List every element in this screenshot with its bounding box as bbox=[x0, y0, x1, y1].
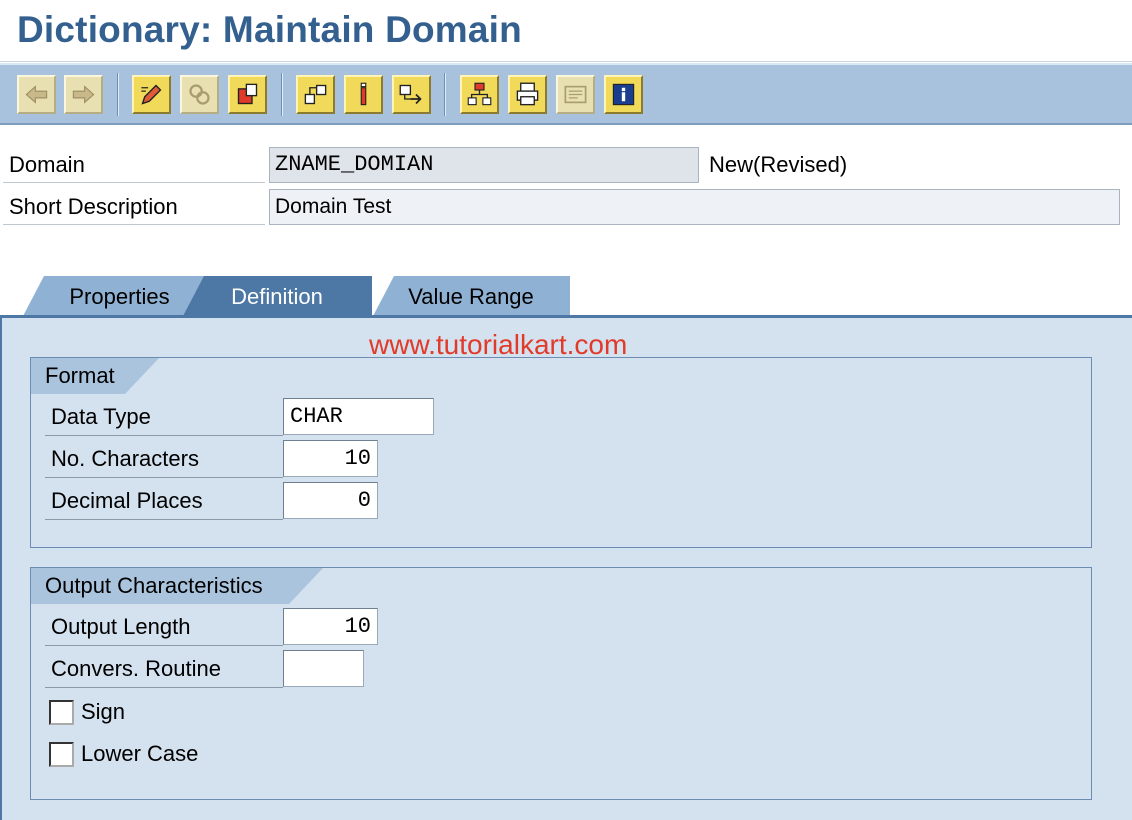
no-characters-row: No. Characters 10 bbox=[45, 440, 455, 478]
decimal-places-row: Decimal Places 0 bbox=[45, 482, 455, 520]
sign-checkbox[interactable] bbox=[49, 699, 74, 725]
decimal-places-input[interactable]: 0 bbox=[283, 482, 378, 519]
tab-definition[interactable]: Definition bbox=[182, 276, 372, 318]
conversion-routine-row: Convers. Routine bbox=[45, 650, 455, 688]
info-icon bbox=[612, 83, 635, 106]
data-type-row: Data Type CHAR bbox=[45, 398, 455, 436]
output-characteristics-group: Output Characteristics Output Length 10 … bbox=[30, 567, 1092, 800]
display-change-button[interactable] bbox=[132, 75, 171, 114]
domain-row: Domain bbox=[3, 145, 265, 183]
where-used-icon bbox=[360, 82, 367, 106]
application-toolbar bbox=[0, 63, 1132, 125]
output-length-label: Output Length bbox=[45, 608, 283, 646]
other-object-icon bbox=[189, 84, 210, 105]
navigate-icon bbox=[399, 84, 422, 105]
forward-button[interactable] bbox=[64, 75, 103, 114]
hierarchy-button[interactable] bbox=[460, 75, 499, 114]
documentation-button[interactable] bbox=[556, 75, 595, 114]
output-characteristics-title: Output Characteristics bbox=[31, 568, 323, 604]
output-length-input[interactable]: 10 bbox=[283, 608, 378, 645]
tab-properties-label: Properties bbox=[69, 284, 170, 309]
check-button[interactable] bbox=[228, 75, 267, 114]
info-button[interactable] bbox=[604, 75, 643, 114]
decimal-places-label: Decimal Places bbox=[45, 482, 283, 520]
hierarchy-icon bbox=[467, 82, 492, 106]
title-bar: Dictionary: Maintain Domain bbox=[0, 0, 1132, 62]
check-icon bbox=[237, 83, 258, 105]
sign-checkbox-row: Sign bbox=[49, 699, 125, 725]
tab-strip: Properties Definition Value Range bbox=[0, 270, 1132, 318]
lower-case-checkbox-row: Lower Case bbox=[49, 741, 198, 767]
format-group-title: Format bbox=[31, 358, 159, 394]
conversion-routine-label: Convers. Routine bbox=[45, 650, 283, 688]
tab-value-range-label: Value Range bbox=[408, 284, 534, 309]
data-type-label: Data Type bbox=[45, 398, 283, 436]
short-description-row: Short Description bbox=[3, 187, 265, 225]
window-title: Dictionary: Maintain Domain bbox=[17, 9, 522, 50]
data-type-input[interactable]: CHAR bbox=[283, 398, 434, 435]
navigate-button[interactable] bbox=[392, 75, 431, 114]
lower-case-label: Lower Case bbox=[81, 741, 199, 766]
back-button[interactable] bbox=[17, 75, 56, 114]
no-characters-input[interactable]: 10 bbox=[283, 440, 378, 477]
documentation-icon bbox=[564, 85, 587, 104]
short-description-field[interactable]: Domain Test bbox=[269, 189, 1120, 225]
conversion-routine-input[interactable] bbox=[283, 650, 364, 687]
output-length-row: Output Length 10 bbox=[45, 608, 455, 646]
tab-value-range[interactable]: Value Range bbox=[372, 276, 570, 318]
domain-field[interactable]: ZNAME_DOMIAN bbox=[269, 147, 699, 183]
print-icon bbox=[516, 82, 539, 106]
print-button[interactable] bbox=[508, 75, 547, 114]
no-characters-label: No. Characters bbox=[45, 440, 283, 478]
domain-label: Domain bbox=[9, 152, 85, 177]
other-object-button[interactable] bbox=[180, 75, 219, 114]
back-icon bbox=[25, 85, 48, 104]
status-text: New(Revised) bbox=[709, 152, 848, 177]
format-group: Format Data Type CHAR No. Characters 10 … bbox=[30, 357, 1092, 548]
activate-button[interactable] bbox=[296, 75, 335, 114]
activate-icon bbox=[304, 84, 327, 105]
lower-case-checkbox[interactable] bbox=[49, 741, 74, 767]
sign-label: Sign bbox=[81, 699, 126, 724]
forward-icon bbox=[72, 85, 95, 104]
short-description-label: Short Description bbox=[9, 194, 178, 219]
where-used-button[interactable] bbox=[344, 75, 383, 114]
display-change-icon bbox=[141, 84, 162, 105]
tab-definition-label: Definition bbox=[231, 284, 323, 309]
